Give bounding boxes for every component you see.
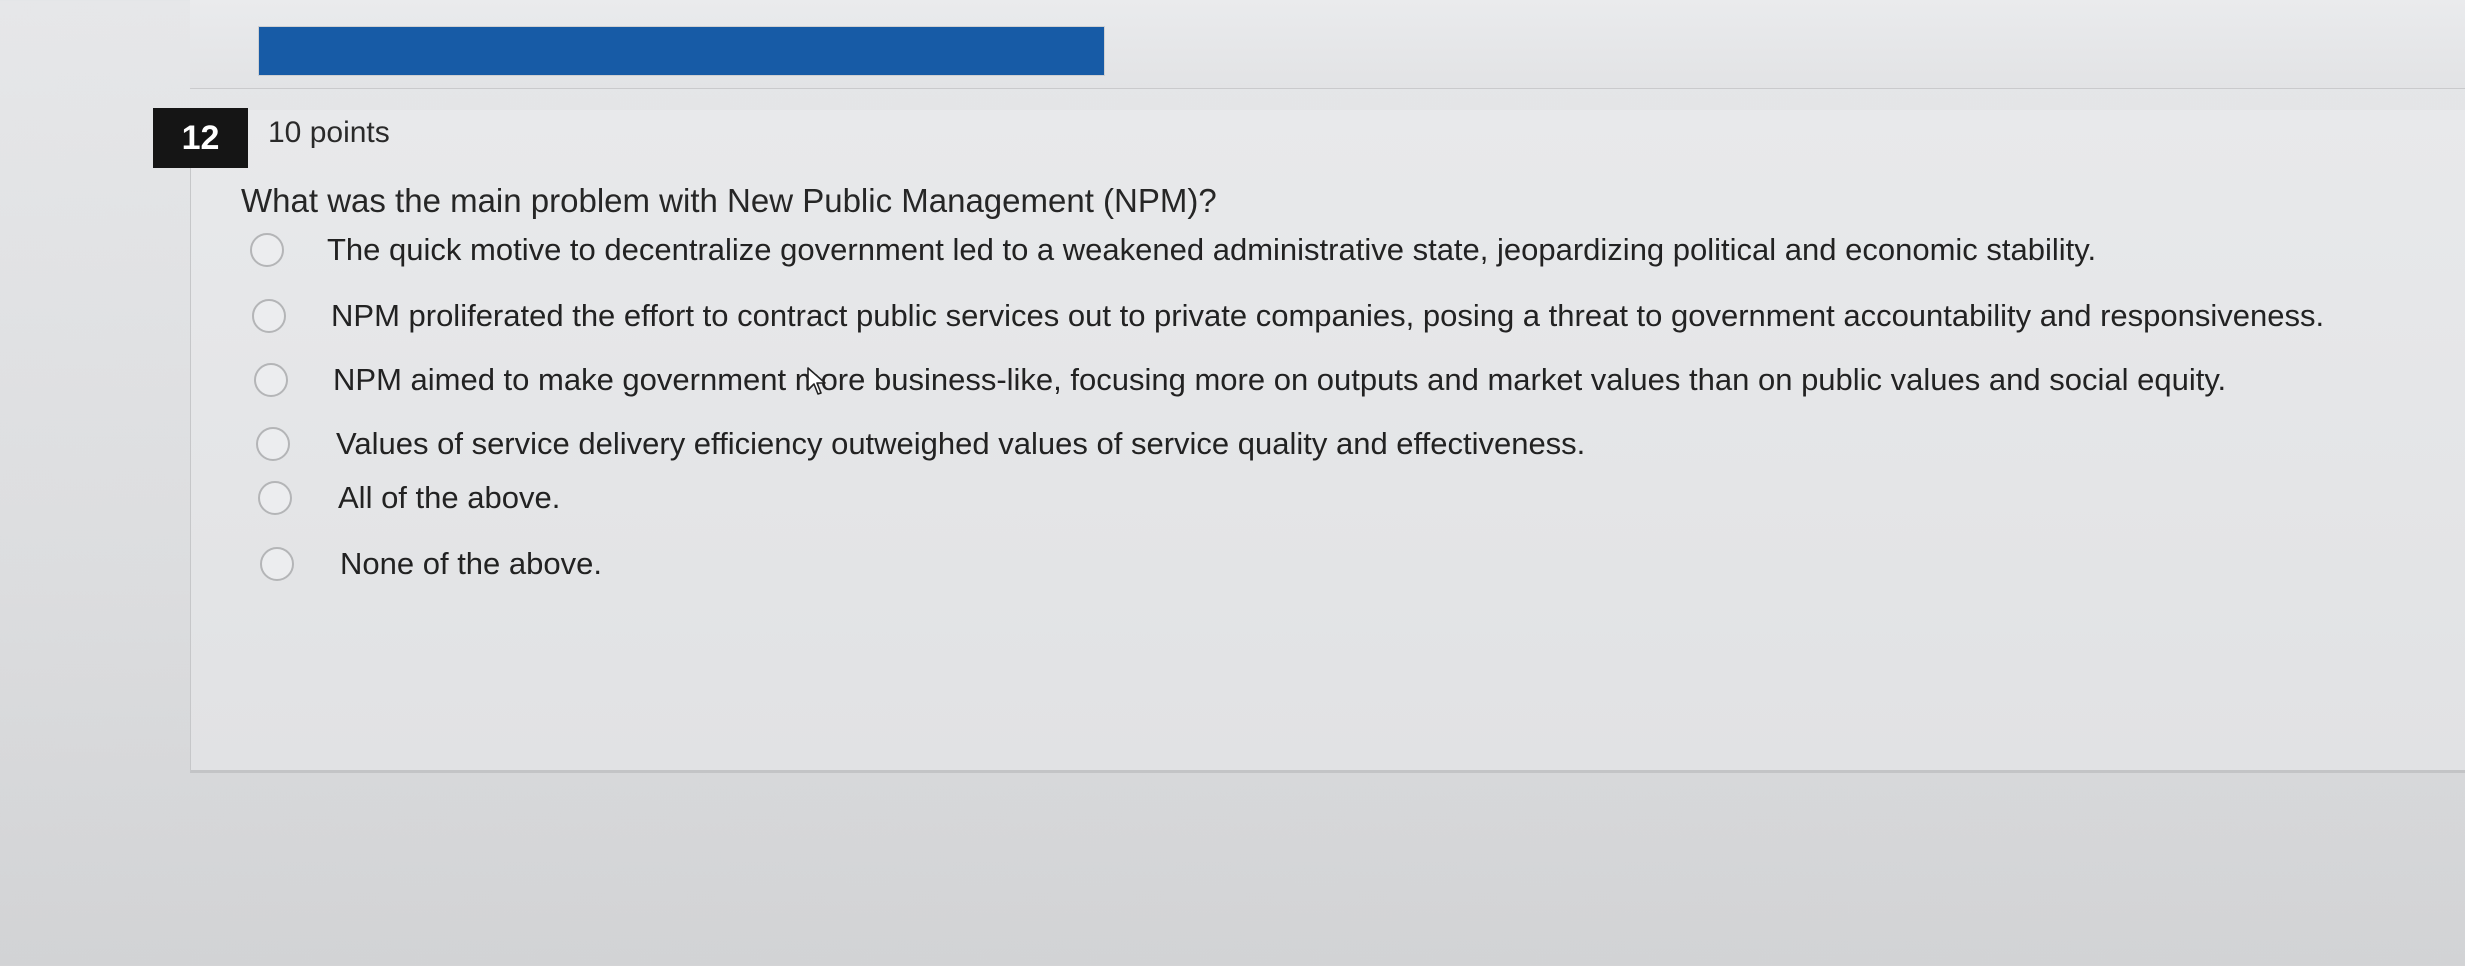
progress-fill [259,27,1104,75]
answer-option-label[interactable]: Values of service delivery efficiency ou… [336,426,1585,462]
answer-option-label[interactable]: The quick motive to decentralize governm… [327,232,2096,268]
answer-option-label[interactable]: None of the above. [340,546,602,582]
answer-option-label[interactable]: NPM aimed to make government more busine… [333,362,2226,398]
answer-option[interactable]: NPM aimed to make government more busine… [254,362,2226,398]
answer-option[interactable]: Values of service delivery efficiency ou… [256,426,1585,462]
answer-option[interactable]: All of the above. [258,480,560,516]
radio-button[interactable] [252,299,286,333]
answer-option-label[interactable]: All of the above. [338,480,560,516]
progress-bar [258,26,1105,76]
answer-option[interactable]: None of the above. [260,546,602,582]
question-text: What was the main problem with New Publi… [241,182,1217,219]
answer-option[interactable]: The quick motive to decentralize governm… [250,232,2096,268]
quiz-page: 12 10 points What was the main problem w… [0,0,2465,966]
question-points: 10 points [268,116,390,149]
question-number-badge: 12 [153,108,248,168]
radio-button[interactable] [258,481,292,515]
answer-option-label[interactable]: NPM proliferated the effort to contract … [331,298,2324,334]
answer-option[interactable]: NPM proliferated the effort to contract … [252,298,2324,334]
radio-button[interactable] [256,427,290,461]
radio-button[interactable] [260,547,294,581]
radio-button[interactable] [254,363,288,397]
radio-button[interactable] [250,233,284,267]
mouse-pointer-icon [807,367,826,395]
